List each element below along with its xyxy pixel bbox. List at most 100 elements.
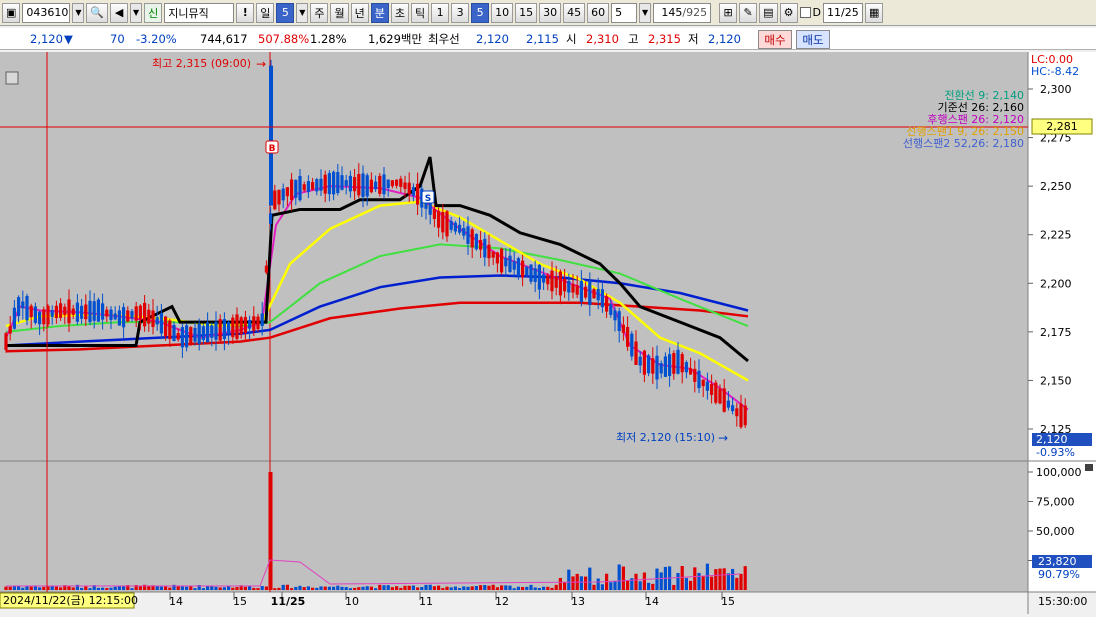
volume-bar [201,588,205,590]
candle-body [256,316,260,330]
candle-body [731,405,735,412]
date-input[interactable]: 11/25 [823,2,863,23]
d-option[interactable]: D [799,6,821,19]
volume-bar [621,566,625,590]
info-button[interactable]: ! [236,2,255,23]
candle-body [63,306,67,316]
buy-signal-marker[interactable]: B [265,140,279,154]
volume-bar [395,586,399,590]
window-icon[interactable]: ▣ [2,2,21,23]
candle-body [96,299,100,322]
volume-bar [353,587,357,590]
price-tick-label: 2,175 [1040,326,1072,339]
x-tick-label: 10 [345,595,359,608]
candle-body [697,370,701,389]
candle-body [529,264,533,282]
minute-15[interactable]: 15 [515,2,538,23]
candle-body [437,210,441,228]
d-checkbox[interactable] [799,7,811,18]
buy-button[interactable]: 매수 [758,30,792,49]
volume-bar [521,586,525,590]
candle-body [512,261,516,270]
day-dropdown[interactable]: ▼ [296,2,309,23]
volume-bar [176,585,180,590]
minute-60[interactable]: 60 [587,2,610,23]
candle-body [306,181,310,192]
search-icon[interactable]: 🔍 [86,2,109,23]
volume-bar [378,584,382,590]
minute-45[interactable]: 45 [563,2,586,23]
x-tick-label: 11/25 [271,595,306,608]
candle-body [453,222,457,232]
candle-body [705,381,709,391]
volume-bar [592,584,596,590]
x-cursor-label: 2024/11/22(금) 12:15:00 [3,594,138,607]
volume-bar [697,572,701,590]
tab-second[interactable]: 초 [390,2,409,23]
save-icon[interactable]: ▤ [759,2,778,23]
draw-icon[interactable]: ✎ [739,2,758,23]
volume-bar [80,587,84,590]
candle-body [491,251,495,258]
volume-bar [735,577,739,590]
minute-5[interactable]: 5 [471,2,490,23]
volume-bar [634,573,638,590]
tab-year[interactable]: 년 [350,2,369,23]
volume-bar [357,587,361,590]
candle-body [680,354,684,373]
price-chart-svg[interactable]: 2,3002,2752,2502,2252,2002,1752,1502,125… [0,52,1096,614]
stock-code-input[interactable]: 043610 [22,2,71,23]
chart-settings-icon[interactable] [5,71,19,85]
tab-month[interactable]: 월 [330,2,349,23]
tab-day[interactable]: 일 [256,2,275,23]
sell-button[interactable]: 매도 [796,30,830,49]
minute-3[interactable]: 3 [451,2,470,23]
chart-area[interactable]: 2,300 2,275 2,250 2,225 2,200 2,175 2,150 2,125… [0,52,1096,614]
candle-body [596,288,600,301]
volume-bar [647,582,651,590]
volume-bar [294,586,298,590]
volume-bar [235,587,239,590]
candle-body [327,173,331,195]
speaker-icon[interactable]: ◀ [110,2,129,23]
volume-bar [584,576,588,590]
volume-bar [189,586,193,590]
stock-name-field[interactable]: 지니뮤직 [164,2,235,23]
crosshair-icon[interactable]: ⊞ [719,2,738,23]
volume-bar [458,587,462,590]
candle-body [403,182,407,189]
stock-code-dropdown[interactable]: ▼ [72,2,85,23]
volume-bar [168,587,172,590]
high-label: 고 [628,31,639,46]
minute-10[interactable]: 10 [491,2,514,23]
candle-body [432,209,436,219]
gear-icon[interactable]: ⚙ [779,2,798,23]
calendar-icon[interactable]: ▦ [865,2,884,23]
speaker-dropdown[interactable]: ▼ [130,2,143,23]
candle-body [500,248,504,273]
period-dropdown[interactable]: ▼ [639,2,652,23]
volume-bar [159,586,163,590]
count-field[interactable]: 145/925 [653,2,712,23]
volume-pane-close-icon[interactable] [1085,464,1093,471]
candle-body [508,255,512,272]
tab-week[interactable]: 주 [310,2,329,23]
candle-body [117,310,121,326]
minute-30[interactable]: 30 [539,2,562,23]
candle-body [386,179,390,188]
volume-bar [676,573,680,590]
volume-bar [88,588,92,590]
minute-1[interactable]: 1 [431,2,450,23]
candle-body [378,175,382,194]
volume-bar [227,586,231,590]
candle-body [474,234,478,250]
candle-body [80,305,84,319]
period-input[interactable]: 5 [611,2,638,23]
sell-signal-marker[interactable]: S [421,190,435,204]
volume-bar [542,586,546,590]
day-count[interactable]: 5 [276,2,295,23]
candle-body [75,302,79,322]
tab-tick[interactable]: 틱 [410,2,430,23]
volume-bar [659,572,663,590]
tab-minute[interactable]: 분 [370,2,389,23]
